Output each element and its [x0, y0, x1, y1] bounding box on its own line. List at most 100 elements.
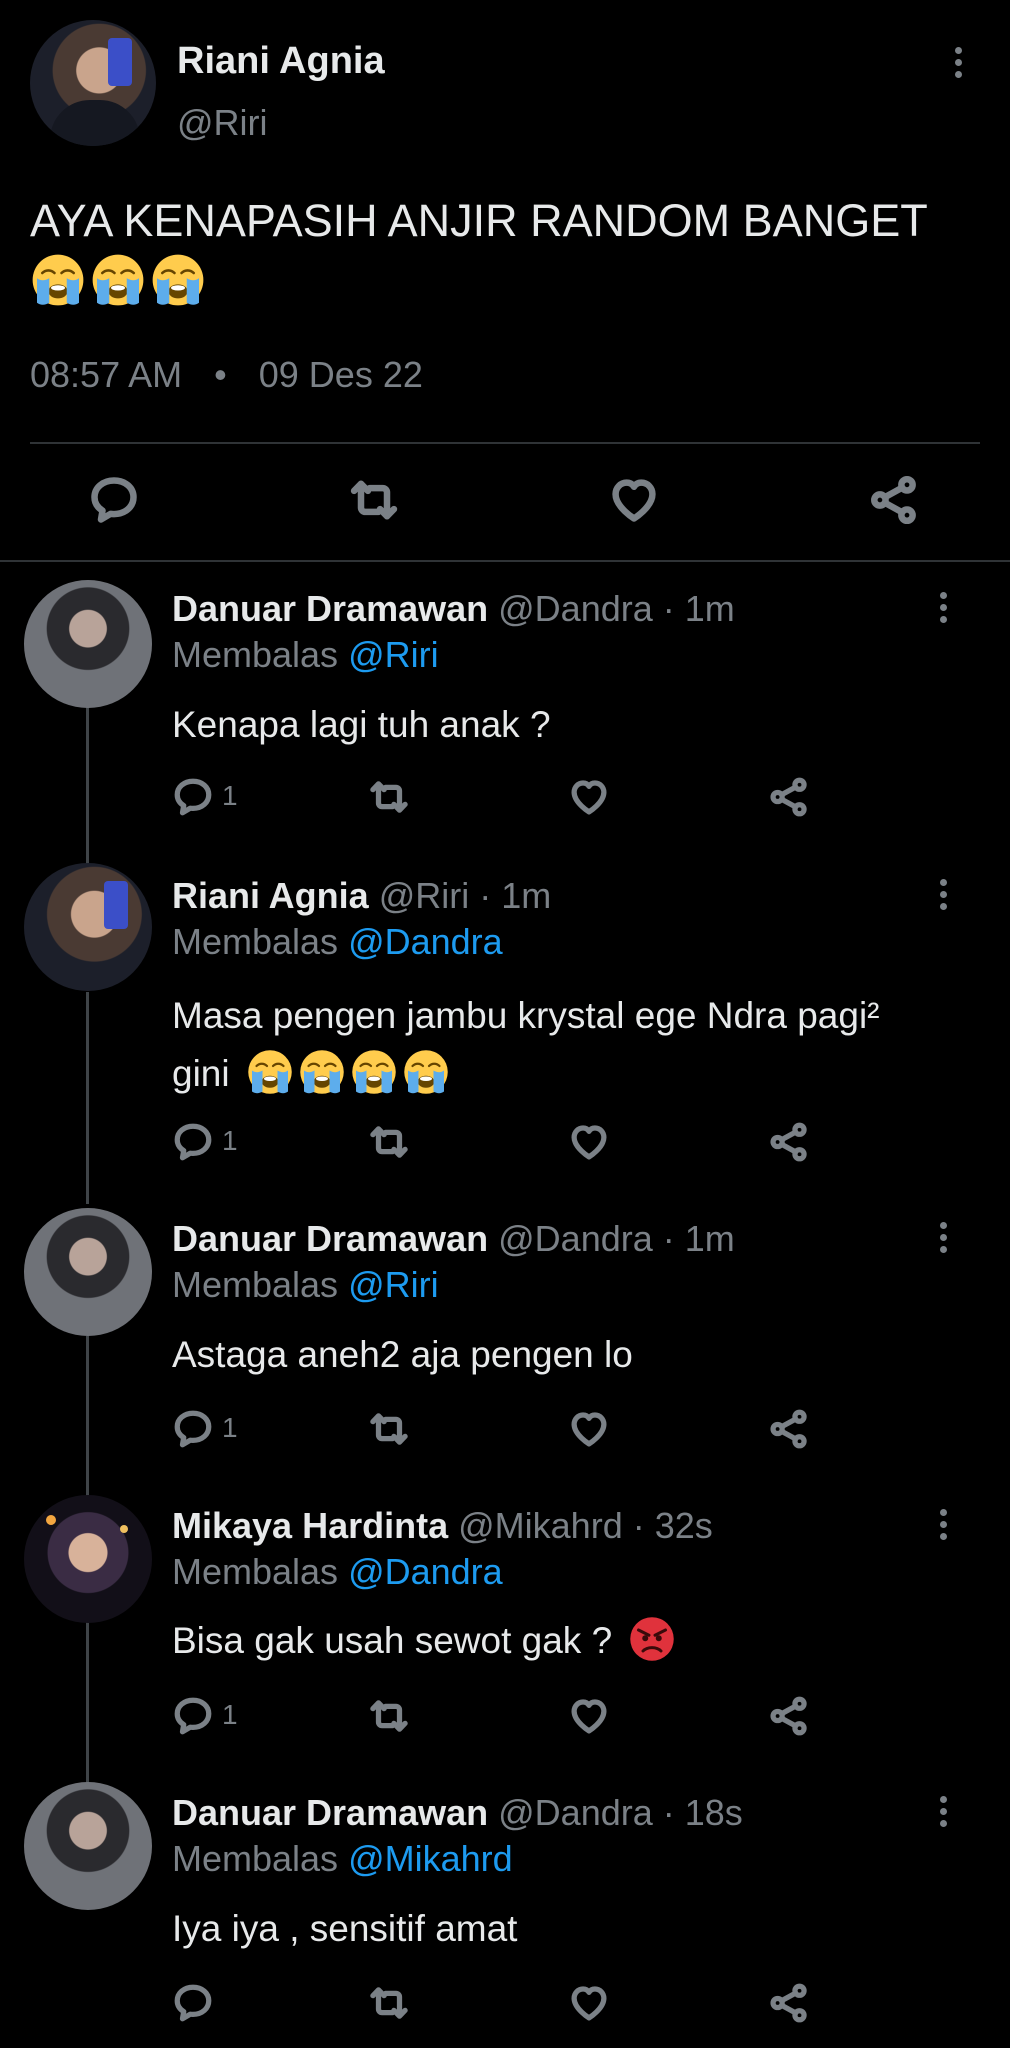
replying-to: Membalas @Riri [172, 634, 439, 676]
reply-handle-time: @Dandra · 1m [498, 588, 735, 629]
tweet-text: AYA KENAPASIH ANJIR RANDOM BANGET [30, 190, 980, 314]
divider [0, 560, 1010, 562]
retweet-icon[interactable] [368, 1121, 410, 1163]
reply-count: 1 [222, 1699, 238, 1730]
reply-header: Danuar Dramawan @Dandra · 1m [172, 588, 735, 630]
replying-to-handle[interactable]: @Dandra [348, 921, 503, 962]
loudly-crying-face-icon [298, 1048, 346, 1096]
replying-to-label: Membalas [172, 1264, 339, 1305]
reply-icon[interactable] [88, 474, 140, 526]
author-name[interactable]: Riani Agnia [177, 40, 385, 83]
tweet-timestamp: 08:57 AM • 09 Des 22 [30, 354, 423, 396]
reply-count: 1 [222, 1412, 238, 1443]
reply-author-name[interactable]: Riani Agnia [172, 875, 369, 916]
reply-author-name[interactable]: Danuar Dramawan [172, 1792, 488, 1833]
retweet-icon[interactable] [368, 776, 410, 818]
reply-avatar[interactable] [24, 1208, 152, 1336]
reply-icon[interactable] [172, 1121, 214, 1163]
reply-handle-time: @Dandra · 18s [498, 1792, 743, 1833]
reply-action-bar: 1 [172, 1406, 822, 1452]
reply-text: Kenapa lagi tuh anak ? [172, 704, 551, 745]
replying-to-handle[interactable]: @Riri [348, 1264, 439, 1305]
tweet-date: 09 Des 22 [258, 354, 423, 395]
like-icon[interactable] [568, 1121, 610, 1163]
loudly-crying-face-icon [350, 1048, 398, 1096]
angry-face-icon [628, 1615, 676, 1663]
share-icon[interactable] [768, 776, 810, 818]
like-icon[interactable] [568, 1695, 610, 1737]
tweet-body: AYA KENAPASIH ANJIR RANDOM BANGET [30, 195, 928, 246]
reply-text-body: Bisa gak usah sewot gak ? [172, 1620, 613, 1661]
like-icon[interactable] [568, 776, 610, 818]
share-icon[interactable] [868, 474, 920, 526]
replying-to-label: Membalas [172, 634, 339, 675]
divider [30, 442, 980, 444]
reply-text: Iya iya , sensitif amat [172, 1908, 518, 1949]
author-avatar[interactable] [30, 20, 156, 146]
replying-to-label: Membalas [172, 921, 339, 962]
replying-to: Membalas @Dandra [172, 1551, 503, 1593]
reply-author-name[interactable]: Mikaya Hardinta [172, 1505, 448, 1546]
reply-avatar[interactable] [24, 863, 152, 991]
replying-to-handle[interactable]: @Dandra [348, 1551, 503, 1592]
reply-tweet[interactable]: Riani Agnia @Riri · 1m Membalas @Dandra … [0, 857, 1010, 1187]
more-options-icon[interactable] [953, 47, 963, 78]
reply-tweet[interactable]: Mikaya Hardinta @Mikahrd · 32s Membalas … [0, 1487, 1010, 1757]
reply-text: Astaga aneh2 aja pengen lo [172, 1334, 633, 1375]
reply-tweet[interactable]: Danuar Dramawan @Dandra · 1m Membalas @R… [0, 570, 1010, 840]
reply-count: 1 [222, 780, 238, 811]
replying-to-handle[interactable]: @Mikahrd [348, 1838, 513, 1879]
timestamp-separator: • [214, 354, 227, 395]
tweet-time: 08:57 AM [30, 354, 183, 395]
reply-avatar[interactable] [24, 1782, 152, 1910]
author-handle[interactable]: @Riri [177, 102, 268, 144]
like-icon[interactable] [568, 1982, 610, 2024]
loudly-crying-face-icon [246, 1048, 294, 1096]
reply-author-name[interactable]: Danuar Dramawan [172, 588, 488, 629]
share-icon[interactable] [768, 1695, 810, 1737]
reply-tweet[interactable]: Danuar Dramawan @Dandra · 1m Membalas @R… [0, 1200, 1010, 1470]
share-icon[interactable] [768, 1121, 810, 1163]
reply-action-bar: 1 [172, 774, 822, 820]
replying-to-label: Membalas [172, 1838, 339, 1879]
reply-count: 1 [222, 1125, 238, 1156]
main-action-bar [0, 470, 1010, 530]
reply-handle-time: @Dandra · 1m [498, 1218, 735, 1259]
reply-header: Mikaya Hardinta @Mikahrd · 32s [172, 1505, 713, 1547]
replying-to: Membalas @Riri [172, 1264, 439, 1306]
more-options-icon[interactable] [938, 1509, 948, 1540]
share-icon[interactable] [768, 1408, 810, 1450]
reply-action-bar [172, 1980, 822, 2026]
reply-handle-time: @Mikahrd · 32s [458, 1505, 713, 1546]
replying-to: Membalas @Mikahrd [172, 1838, 513, 1880]
loudly-crying-face-icon [402, 1048, 450, 1096]
reply-author-name[interactable]: Danuar Dramawan [172, 1218, 488, 1259]
reply-icon[interactable] [172, 1695, 214, 1737]
retweet-icon[interactable] [368, 1695, 410, 1737]
replying-to-handle[interactable]: @Riri [348, 634, 439, 675]
loudly-crying-face-icon [30, 252, 86, 308]
loudly-crying-face-icon [150, 252, 206, 308]
reply-text: Masa pengen jambu krystal ege Ndra pagi²… [172, 987, 972, 1103]
retweet-icon[interactable] [368, 1408, 410, 1450]
retweet-icon[interactable] [348, 474, 400, 526]
reply-avatar[interactable] [24, 1495, 152, 1623]
more-options-icon[interactable] [938, 1796, 948, 1827]
like-icon[interactable] [608, 474, 660, 526]
reply-icon[interactable] [172, 1408, 214, 1450]
more-options-icon[interactable] [938, 1222, 948, 1253]
reply-handle-time: @Riri · 1m [378, 875, 552, 916]
more-options-icon[interactable] [938, 879, 948, 910]
reply-action-bar: 1 [172, 1693, 822, 1739]
reply-text: Bisa gak usah sewot gak ? [172, 1615, 680, 1663]
reply-icon[interactable] [172, 1982, 214, 2024]
retweet-icon[interactable] [368, 1982, 410, 2024]
like-icon[interactable] [568, 1408, 610, 1450]
more-options-icon[interactable] [938, 592, 948, 623]
share-icon[interactable] [768, 1982, 810, 2024]
reply-icon[interactable] [172, 776, 214, 818]
reply-header: Danuar Dramawan @Dandra · 18s [172, 1792, 743, 1834]
reply-header: Danuar Dramawan @Dandra · 1m [172, 1218, 735, 1260]
reply-tweet[interactable]: Danuar Dramawan @Dandra · 18s Membalas @… [0, 1774, 1010, 2048]
reply-avatar[interactable] [24, 580, 152, 708]
